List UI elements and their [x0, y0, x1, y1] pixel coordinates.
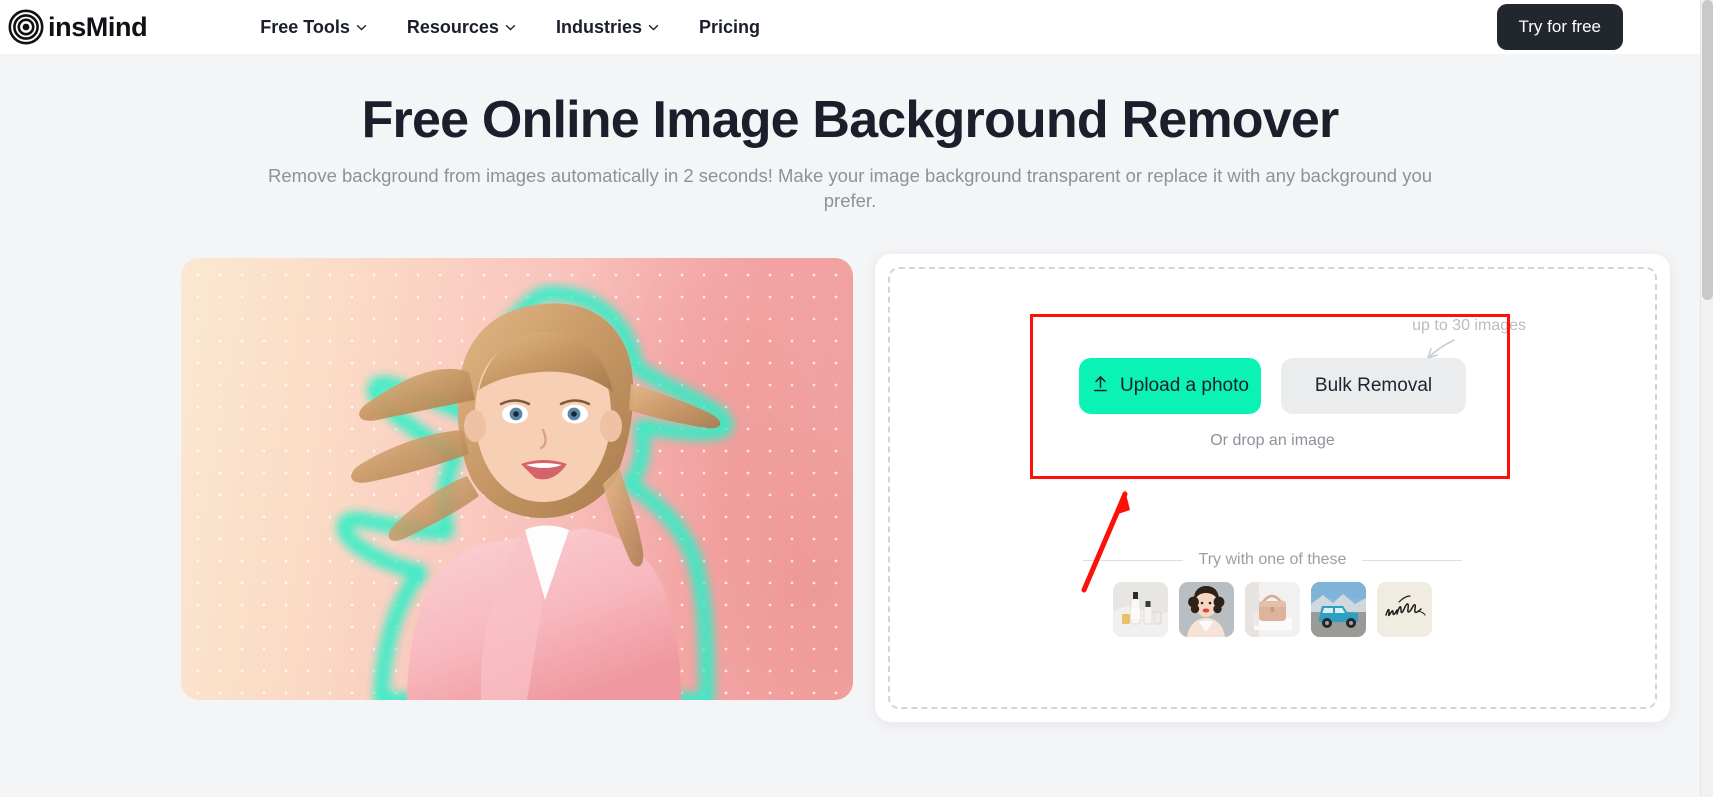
divider-line-left — [1082, 559, 1183, 561]
page-title: Free Online Image Background Remover — [361, 91, 1340, 149]
chevron-down-icon — [356, 22, 367, 33]
upload-a-photo-button[interactable]: Upload a photo — [1079, 358, 1261, 414]
sample-thumb-handbag[interactable] — [1245, 582, 1300, 637]
girl-cutout-illustration — [339, 289, 731, 700]
divider-line-right — [1362, 559, 1463, 561]
upload-panel: up to 30 images Upload a photo Bulk Remo… — [875, 254, 1670, 722]
upload-actions: Upload a photo Bulk Removal — [875, 358, 1670, 414]
sample-thumb-cosmetics[interactable] — [1113, 582, 1168, 637]
bulk-limit-badge: up to 30 images — [1412, 317, 1526, 334]
hero-preview-image — [181, 258, 853, 700]
chevron-down-icon — [648, 22, 659, 33]
main-nav: Free Tools Resources Industries Pricing — [240, 11, 780, 44]
page-body: Free Online Image Background Remover Rem… — [0, 54, 1700, 797]
bulk-removal-button[interactable]: Bulk Removal — [1281, 358, 1466, 414]
nav-item-resources[interactable]: Resources — [387, 11, 536, 44]
chevron-down-icon — [505, 22, 516, 33]
nav-label: Free Tools — [260, 16, 350, 37]
nav-item-pricing[interactable]: Pricing — [679, 11, 780, 44]
logo[interactable]: insMind — [8, 9, 148, 45]
logo-text: insMind — [48, 11, 148, 42]
sample-thumb-insmind-signature[interactable] — [1377, 582, 1432, 637]
concentric-circles-logo-icon — [8, 9, 44, 45]
nav-label: Industries — [555, 16, 642, 37]
upload-button-label: Upload a photo — [1120, 375, 1249, 396]
nav-label: Resources — [406, 16, 499, 37]
try-samples-divider: Try with one of these — [875, 551, 1670, 569]
content-columns: up to 30 images Upload a photo Bulk Remo… — [0, 254, 1700, 722]
sample-thumbnails — [875, 582, 1670, 637]
site-header: insMind Free Tools Resources Industries … — [0, 0, 1700, 54]
page-subtitle: Remove background from images automatica… — [267, 165, 1433, 211]
drop-zone[interactable] — [888, 267, 1657, 709]
nav-item-industries[interactable]: Industries — [536, 11, 679, 44]
scrollbar-thumb[interactable] — [1702, 0, 1713, 300]
sample-thumb-blue-truck[interactable] — [1311, 582, 1366, 637]
nav-label: Pricing — [698, 16, 760, 37]
page-scrollbar[interactable] — [1700, 0, 1713, 797]
sample-thumb-woman-portrait[interactable] — [1179, 582, 1234, 637]
try-samples-label: Try with one of these — [1198, 551, 1347, 568]
drop-hint-text: Or drop an image — [1210, 432, 1335, 449]
upload-arrow-icon — [1091, 374, 1110, 399]
nav-item-free-tools[interactable]: Free Tools — [240, 11, 387, 44]
try-for-free-button[interactable]: Try for free — [1496, 4, 1623, 50]
